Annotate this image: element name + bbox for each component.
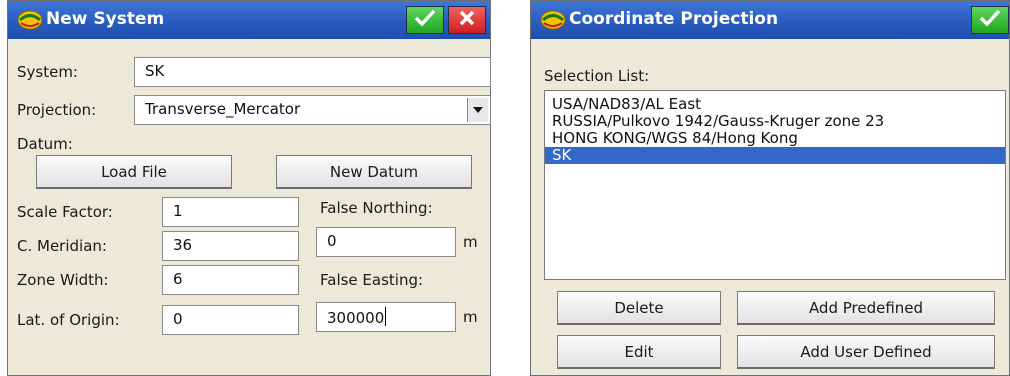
lat-origin-label: Lat. of Origin: xyxy=(17,311,120,329)
false-northing-unit: m xyxy=(463,233,478,251)
add-predefined-button[interactable]: Add Predefined xyxy=(737,291,995,325)
scale-factor-label: Scale Factor: xyxy=(17,203,113,221)
lat-origin-input[interactable]: 0 xyxy=(162,305,299,335)
zone-width-input[interactable]: 6 xyxy=(162,265,299,295)
false-easting-label: False Easting: xyxy=(320,271,424,289)
new-system-title: New System xyxy=(46,9,165,29)
coordinate-projection-titlebar: Coordinate Projection xyxy=(531,1,1009,39)
selection-list-label: Selection List: xyxy=(544,67,650,85)
c-meridian-label: C. Meridian: xyxy=(17,237,107,255)
false-easting-value: 300000 xyxy=(327,309,385,327)
chevron-down-icon[interactable] xyxy=(467,98,488,122)
new-system-titlebar: New System xyxy=(8,1,490,39)
cancel-button[interactable] xyxy=(448,6,486,34)
app-logo-icon xyxy=(16,7,44,33)
new-system-dialog: New System System: SK Projection: Transv… xyxy=(7,0,491,376)
list-item-selected[interactable]: SK xyxy=(545,147,1005,164)
false-easting-input[interactable]: 300000 xyxy=(316,302,456,332)
load-file-button[interactable]: Load File xyxy=(36,155,232,189)
scale-factor-input[interactable]: 1 xyxy=(162,197,299,227)
projection-list[interactable]: USA/NAD83/AL East RUSSIA/Pulkovo 1942/Ga… xyxy=(544,90,1006,280)
coordinate-projection-title: Coordinate Projection xyxy=(569,9,779,29)
list-item[interactable]: USA/NAD83/AL East xyxy=(545,96,1005,113)
c-meridian-input[interactable]: 36 xyxy=(162,231,299,261)
add-user-defined-button[interactable]: Add User Defined xyxy=(737,335,995,369)
datum-label: Datum: xyxy=(17,135,73,153)
close-icon xyxy=(457,8,477,32)
ok-button[interactable] xyxy=(406,6,444,34)
false-easting-unit: m xyxy=(463,308,478,326)
checkmark-icon xyxy=(413,8,437,32)
projection-value: Transverse_Mercator xyxy=(145,100,301,118)
system-label: System: xyxy=(17,63,78,81)
app-logo-icon xyxy=(539,7,567,33)
list-item[interactable]: RUSSIA/Pulkovo 1942/Gauss-Kruger zone 23 xyxy=(545,113,1005,130)
list-item[interactable]: HONG KONG/WGS 84/Hong Kong xyxy=(545,130,1005,147)
zone-width-label: Zone Width: xyxy=(17,271,109,289)
projection-label: Projection: xyxy=(17,101,97,119)
system-input[interactable]: SK xyxy=(134,57,491,87)
new-datum-button[interactable]: New Datum xyxy=(276,155,472,189)
false-northing-input[interactable]: 0 xyxy=(316,227,456,257)
projection-select[interactable]: Transverse_Mercator xyxy=(134,95,491,125)
coordinate-projection-dialog: Coordinate Projection Selection List: US… xyxy=(530,0,1010,376)
checkmark-icon xyxy=(978,8,1002,32)
ok-button[interactable] xyxy=(971,6,1009,34)
text-cursor xyxy=(385,307,387,326)
delete-button[interactable]: Delete xyxy=(557,291,721,325)
edit-button[interactable]: Edit xyxy=(557,335,721,369)
false-northing-label: False Northing: xyxy=(320,199,433,217)
